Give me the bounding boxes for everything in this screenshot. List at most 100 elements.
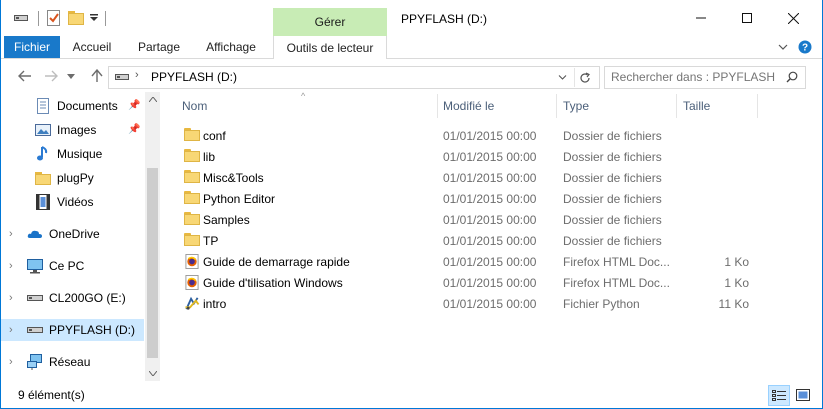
file-row-samples[interactable]: Samples 01/01/2015 00:00 Dossier de fich… [161, 209, 822, 230]
column-divider[interactable] [556, 94, 557, 118]
file-date: 01/01/2015 00:00 [443, 171, 537, 185]
folder-icon [184, 212, 200, 227]
expand-chevron-icon[interactable]: › [9, 292, 13, 304]
pictures-icon [35, 124, 51, 136]
nav-item-ppyflash[interactable]: › PPYFLASH (D:) [1, 319, 144, 341]
expand-chevron-icon[interactable]: › [9, 356, 13, 368]
address-bar[interactable]: › PPYFLASH (D:) [108, 66, 600, 89]
navigation-pane: Documents 📌 Images 📌 Musique plugPy Vidé… [1, 92, 161, 381]
nav-item-plugpy[interactable]: plugPy [1, 167, 144, 189]
properties-icon[interactable] [44, 8, 64, 28]
recent-locations-icon[interactable] [65, 66, 77, 86]
folder-icon [184, 170, 200, 185]
file-size: 11 Ko [718, 297, 749, 311]
file-row-python-editor[interactable]: Python Editor 01/01/2015 00:00 Dossier d… [161, 188, 822, 209]
column-divider[interactable] [757, 94, 758, 118]
nav-item-label: Ce PC [49, 259, 85, 273]
new-folder-icon[interactable] [66, 8, 86, 28]
file-row-lib[interactable]: lib 01/01/2015 00:00 Dossier de fichiers [161, 146, 822, 167]
large-icons-view-icon [796, 388, 810, 401]
tab-fichier[interactable]: Fichier [4, 36, 60, 58]
nav-item-cl200go[interactable]: › CL200GO (E:) [1, 287, 144, 309]
refresh-icon[interactable] [574, 68, 595, 87]
file-row-conf[interactable]: conf 01/01/2015 00:00 Dossier de fichier… [161, 125, 822, 146]
nav-item-reseau[interactable]: › Réseau [1, 351, 144, 373]
breadcrumb-chevron-icon[interactable]: › [135, 69, 139, 81]
pin-icon[interactable]: 📌 [128, 124, 140, 135]
file-date: 01/01/2015 00:00 [443, 276, 537, 290]
file-date: 01/01/2015 00:00 [443, 150, 537, 164]
column-divider[interactable] [437, 94, 438, 118]
up-button[interactable] [87, 66, 107, 86]
tab-partage[interactable]: Partage [129, 36, 189, 58]
file-row-intro[interactable]: intro 01/01/2015 00:00 Fichier Python 11… [161, 293, 822, 314]
nav-item-onedrive[interactable]: › OneDrive [1, 223, 144, 245]
nav-item-videos[interactable]: Vidéos [1, 191, 144, 213]
column-header-date[interactable]: Modifié le [443, 94, 494, 118]
large-icons-view-button[interactable] [793, 385, 813, 404]
folder-icon [184, 128, 200, 143]
details-view-button[interactable] [768, 385, 790, 406]
sort-ascending-icon: ^ [301, 91, 306, 101]
file-date: 01/01/2015 00:00 [443, 213, 537, 227]
file-row-tp[interactable]: TP 01/01/2015 00:00 Dossier de fichiers [161, 230, 822, 251]
manage-contextual-tab[interactable]: Gérer [273, 8, 387, 36]
minimize-button[interactable] [678, 2, 724, 34]
navpane-scrollbar[interactable] [145, 92, 160, 381]
window-title: PPYFLASH (D:) [401, 12, 488, 26]
address-dropdown-icon[interactable] [556, 71, 568, 83]
nav-item-label: Documents [57, 99, 118, 113]
column-header-name[interactable]: Nom [182, 94, 207, 118]
tab-affichage[interactable]: Affichage [197, 36, 265, 58]
file-name: intro [203, 297, 227, 311]
column-header-size[interactable]: Taille [683, 94, 710, 118]
file-row-misc-tools[interactable]: Misc&Tools 01/01/2015 00:00 Dossier de f… [161, 167, 822, 188]
item-count: 9 élément(s) [18, 388, 85, 402]
nav-item-label: OneDrive [49, 227, 100, 241]
customize-quick-access-icon[interactable] [87, 8, 101, 28]
scroll-up-icon[interactable] [145, 92, 160, 106]
scroll-down-icon[interactable] [145, 366, 160, 380]
tab-outils-de-lecteur[interactable]: Outils de lecteur [273, 36, 387, 59]
file-list: ^ Nom Modifié le Type Taille conf 01/01/… [161, 91, 822, 381]
folder-icon [35, 172, 51, 185]
pin-icon[interactable]: 📌 [128, 100, 140, 111]
back-button[interactable] [15, 66, 35, 86]
file-row-guide-utilisation[interactable]: Guide d'tilisation Windows 01/01/2015 00… [161, 272, 822, 293]
this-pc-icon [27, 259, 43, 274]
search-icon[interactable] [785, 70, 799, 84]
nav-item-label: CL200GO (E:) [49, 291, 126, 305]
title-separator [105, 11, 106, 26]
breadcrumb-current[interactable]: PPYFLASH (D:) [151, 70, 237, 84]
forward-button[interactable] [41, 66, 61, 86]
file-row-guide-demarrage[interactable]: Guide de demarrage rapide 01/01/2015 00:… [161, 251, 822, 272]
expand-chevron-icon[interactable]: › [9, 324, 13, 336]
nav-item-musique[interactable]: Musique [1, 143, 144, 165]
scroll-thumb[interactable] [147, 168, 158, 358]
python-file-icon [185, 296, 200, 310]
maximize-button[interactable] [724, 2, 770, 34]
file-type: Firefox HTML Doc... [563, 255, 670, 269]
nav-item-ce-pc[interactable]: › Ce PC [1, 255, 144, 277]
file-date: 01/01/2015 00:00 [443, 192, 537, 206]
expand-chevron-icon[interactable]: › [9, 260, 13, 272]
ribbon-tabs: Fichier Accueil Partage Affichage Outils… [1, 36, 822, 59]
file-date: 01/01/2015 00:00 [443, 129, 537, 143]
search-input[interactable] [609, 69, 778, 85]
search-box[interactable] [604, 66, 806, 89]
file-type: Firefox HTML Doc... [563, 276, 670, 290]
nav-item-images[interactable]: Images 📌 [1, 119, 144, 141]
column-header-type[interactable]: Type [563, 94, 589, 118]
close-button[interactable] [770, 2, 816, 34]
help-icon[interactable]: ? [796, 38, 814, 56]
file-type: Dossier de fichiers [563, 129, 662, 143]
nav-item-documents[interactable]: Documents 📌 [1, 95, 144, 117]
network-icon [27, 354, 42, 370]
drive-system-icon[interactable] [11, 8, 31, 28]
details-view-icon [772, 389, 786, 401]
column-divider[interactable] [676, 94, 677, 118]
tab-accueil[interactable]: Accueil [64, 36, 120, 58]
expand-ribbon-icon[interactable] [774, 38, 792, 56]
expand-chevron-icon[interactable]: › [9, 228, 13, 240]
nav-item-label: PPYFLASH (D:) [49, 323, 136, 337]
